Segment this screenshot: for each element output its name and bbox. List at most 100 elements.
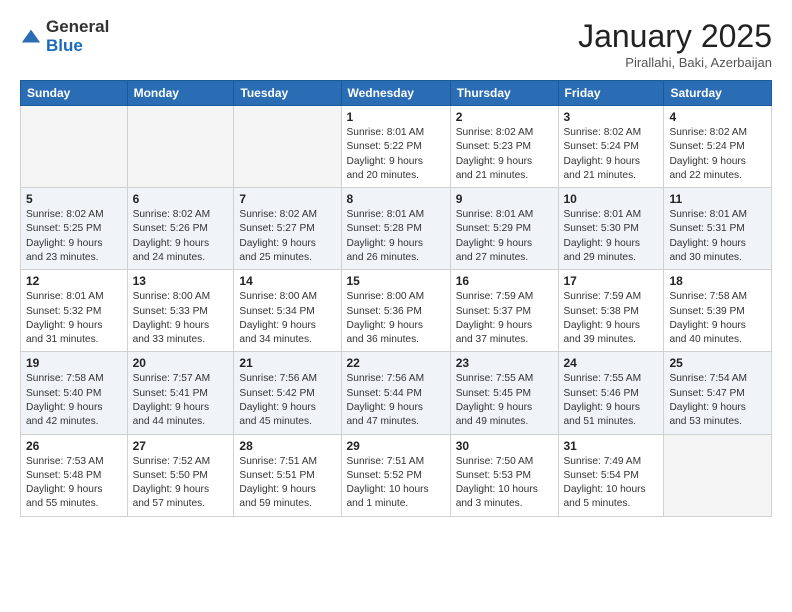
calendar-cell — [21, 106, 128, 188]
calendar-week-5: 26 Sunrise: 7:53 AM Sunset: 5:48 PM Dayli… — [21, 434, 772, 516]
day-number: 5 — [26, 192, 122, 206]
day-info: Sunrise: 7:52 AM Sunset: 5:50 PM Dayligh… — [133, 455, 229, 512]
day-info: Sunrise: 8:00 AM Sunset: 5:33 PM Dayligh… — [133, 290, 229, 347]
day-number: 18 — [669, 274, 766, 288]
day-info: Sunrise: 8:02 AM Sunset: 5:26 PM Dayligh… — [133, 208, 229, 265]
calendar-cell: 14Sunrise: 8:00 AM Sunset: 5:34 PM Dayli… — [234, 270, 341, 352]
calendar-cell: 5Sunrise: 8:02 AM Sunset: 5:25 PM Daylig… — [21, 188, 128, 270]
calendar-cell: 17 Sunrise: 7:59 AM Sunset: 5:38 PM Dayli… — [558, 270, 664, 352]
day-info: Sunrise: 7:58 AM Sunset: 5:40 PM Dayligh… — [26, 372, 122, 429]
day-number: 13 — [133, 274, 229, 288]
calendar-cell: 13 Sunrise: 8:00 AM Sunset: 5:33 PM Dayli… — [127, 270, 234, 352]
day-number: 9 — [456, 192, 553, 206]
month-title: January 2025 — [578, 18, 772, 55]
day-number: 28 — [239, 439, 335, 453]
day-number: 10 — [564, 192, 659, 206]
day-info: Sunrise: 8:01 AM Sunset: 5:31 PM Dayligh… — [669, 208, 766, 265]
calendar-week-1: 1 Sunrise: 8:01 AM Sunset: 5:22 PM Daylig… — [21, 106, 772, 188]
calendar-cell: 25Sunrise: 7:54 AM Sunset: 5:47 PM Dayli… — [664, 352, 772, 434]
weekday-tuesday: Tuesday — [234, 81, 341, 106]
calendar-week-4: 19 Sunrise: 7:58 AM Sunset: 5:40 PM Dayli… — [21, 352, 772, 434]
calendar-cell: 3 Sunrise: 8:02 AM Sunset: 5:24 PM Daylig… — [558, 106, 664, 188]
calendar-cell: 11 Sunrise: 8:01 AM Sunset: 5:31 PM Dayli… — [664, 188, 772, 270]
day-number: 16 — [456, 274, 553, 288]
calendar-cell: 26 Sunrise: 7:53 AM Sunset: 5:48 PM Dayli… — [21, 434, 128, 516]
calendar-cell: 30Sunrise: 7:50 AM Sunset: 5:53 PM Dayli… — [450, 434, 558, 516]
logo-general: General — [46, 17, 109, 36]
day-number: 29 — [347, 439, 445, 453]
day-number: 22 — [347, 356, 445, 370]
calendar-cell: 18 Sunrise: 7:58 AM Sunset: 5:39 PM Dayli… — [664, 270, 772, 352]
logo-text: General Blue — [46, 18, 109, 55]
calendar-cell: 8Sunrise: 8:01 AM Sunset: 5:28 PM Daylig… — [341, 188, 450, 270]
day-number: 11 — [669, 192, 766, 206]
day-number: 17 — [564, 274, 659, 288]
day-number: 27 — [133, 439, 229, 453]
day-number: 12 — [26, 274, 122, 288]
day-number: 20 — [133, 356, 229, 370]
calendar-cell — [234, 106, 341, 188]
calendar-cell: 2 Sunrise: 8:02 AM Sunset: 5:23 PM Daylig… — [450, 106, 558, 188]
calendar-cell: 27 Sunrise: 7:52 AM Sunset: 5:50 PM Dayli… — [127, 434, 234, 516]
header: General Blue January 2025 Pirallahi, Bak… — [20, 18, 772, 70]
day-info: Sunrise: 7:59 AM Sunset: 5:38 PM Dayligh… — [564, 290, 659, 347]
day-number: 24 — [564, 356, 659, 370]
calendar-cell: 29 Sunrise: 7:51 AM Sunset: 5:52 PM Dayli… — [341, 434, 450, 516]
calendar-cell: 23 Sunrise: 7:55 AM Sunset: 5:45 PM Dayli… — [450, 352, 558, 434]
day-info: Sunrise: 8:01 AM Sunset: 5:29 PM Dayligh… — [456, 208, 553, 265]
day-info: Sunrise: 7:51 AM Sunset: 5:51 PM Dayligh… — [239, 455, 335, 512]
day-info: Sunrise: 7:57 AM Sunset: 5:41 PM Dayligh… — [133, 372, 229, 429]
calendar-cell: 21Sunrise: 7:56 AM Sunset: 5:42 PM Dayli… — [234, 352, 341, 434]
day-info: Sunrise: 7:49 AM Sunset: 5:54 PM Dayligh… — [564, 455, 659, 512]
weekday-saturday: Saturday — [664, 81, 772, 106]
day-info: Sunrise: 7:51 AM Sunset: 5:52 PM Dayligh… — [347, 455, 445, 512]
day-info: Sunrise: 8:02 AM Sunset: 5:23 PM Dayligh… — [456, 126, 553, 183]
day-info: Sunrise: 8:02 AM Sunset: 5:24 PM Dayligh… — [669, 126, 766, 183]
day-info: Sunrise: 7:55 AM Sunset: 5:46 PM Dayligh… — [564, 372, 659, 429]
day-number: 1 — [347, 110, 445, 124]
day-number: 21 — [239, 356, 335, 370]
calendar-cell — [664, 434, 772, 516]
day-number: 6 — [133, 192, 229, 206]
day-info: Sunrise: 8:01 AM Sunset: 5:22 PM Dayligh… — [347, 126, 445, 183]
calendar-cell: 7Sunrise: 8:02 AM Sunset: 5:27 PM Daylig… — [234, 188, 341, 270]
location: Pirallahi, Baki, Azerbaijan — [578, 55, 772, 70]
weekday-friday: Friday — [558, 81, 664, 106]
day-info: Sunrise: 7:58 AM Sunset: 5:39 PM Dayligh… — [669, 290, 766, 347]
day-info: Sunrise: 7:56 AM Sunset: 5:44 PM Dayligh… — [347, 372, 445, 429]
calendar-cell: 19 Sunrise: 7:58 AM Sunset: 5:40 PM Dayli… — [21, 352, 128, 434]
day-info: Sunrise: 8:02 AM Sunset: 5:24 PM Dayligh… — [564, 126, 659, 183]
calendar-cell: 10 Sunrise: 8:01 AM Sunset: 5:30 PM Dayli… — [558, 188, 664, 270]
day-info: Sunrise: 8:02 AM Sunset: 5:27 PM Dayligh… — [239, 208, 335, 265]
logo-icon — [20, 26, 42, 48]
calendar-body: 1 Sunrise: 8:01 AM Sunset: 5:22 PM Daylig… — [21, 106, 772, 517]
day-number: 3 — [564, 110, 659, 124]
day-number: 2 — [456, 110, 553, 124]
day-number: 19 — [26, 356, 122, 370]
calendar-cell: 28 Sunrise: 7:51 AM Sunset: 5:51 PM Dayli… — [234, 434, 341, 516]
calendar-cell: 24 Sunrise: 7:55 AM Sunset: 5:46 PM Dayli… — [558, 352, 664, 434]
calendar-header: SundayMondayTuesdayWednesdayThursdayFrid… — [21, 81, 772, 106]
weekday-sunday: Sunday — [21, 81, 128, 106]
calendar-table: SundayMondayTuesdayWednesdayThursdayFrid… — [20, 80, 772, 517]
day-info: Sunrise: 7:50 AM Sunset: 5:53 PM Dayligh… — [456, 455, 553, 512]
calendar-week-3: 12 Sunrise: 8:01 AM Sunset: 5:32 PM Dayli… — [21, 270, 772, 352]
day-number: 23 — [456, 356, 553, 370]
logo-blue: Blue — [46, 36, 83, 55]
day-info: Sunrise: 8:01 AM Sunset: 5:32 PM Dayligh… — [26, 290, 122, 347]
day-info: Sunrise: 8:00 AM Sunset: 5:36 PM Dayligh… — [347, 290, 445, 347]
calendar-cell: 31 Sunrise: 7:49 AM Sunset: 5:54 PM Dayli… — [558, 434, 664, 516]
day-number: 31 — [564, 439, 659, 453]
calendar-cell: 16Sunrise: 7:59 AM Sunset: 5:37 PM Dayli… — [450, 270, 558, 352]
weekday-thursday: Thursday — [450, 81, 558, 106]
calendar-cell — [127, 106, 234, 188]
day-info: Sunrise: 7:53 AM Sunset: 5:48 PM Dayligh… — [26, 455, 122, 512]
logo: General Blue — [20, 18, 109, 55]
calendar-cell: 9 Sunrise: 8:01 AM Sunset: 5:29 PM Daylig… — [450, 188, 558, 270]
day-number: 8 — [347, 192, 445, 206]
day-number: 15 — [347, 274, 445, 288]
day-number: 26 — [26, 439, 122, 453]
day-info: Sunrise: 8:01 AM Sunset: 5:30 PM Dayligh… — [564, 208, 659, 265]
day-info: Sunrise: 7:55 AM Sunset: 5:45 PM Dayligh… — [456, 372, 553, 429]
day-number: 14 — [239, 274, 335, 288]
